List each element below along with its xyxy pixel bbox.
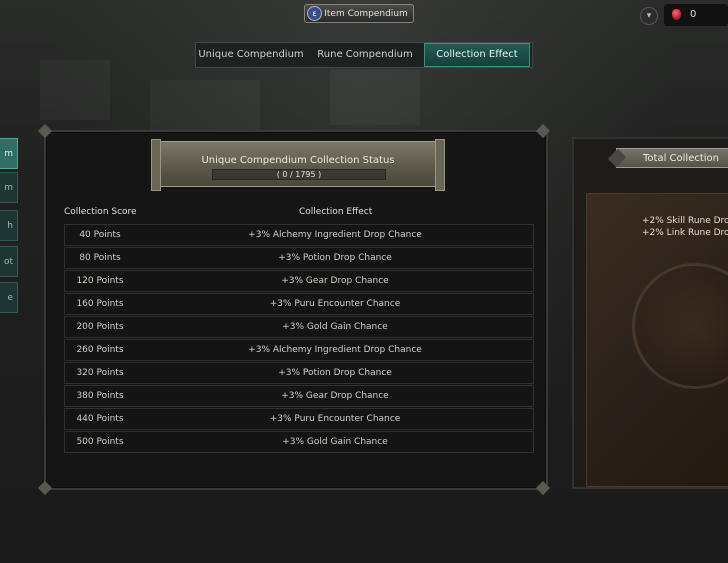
row-points: 320 Points	[76, 368, 124, 378]
row-effect: +3% Potion Drop Chance	[278, 368, 392, 378]
column-header-score: Collection Score	[64, 207, 137, 217]
total-collection-title-text: Total Collection	[643, 152, 719, 164]
table-row: 440 Points +3% Puru Encounter Chance	[64, 408, 534, 430]
table-row: 40 Points +3% Alchemy Ingredient Drop Cha…	[64, 224, 534, 246]
row-points: 380 Points	[76, 391, 124, 401]
row-effect: +3% Alchemy Ingredient Drop Chance	[248, 345, 422, 355]
row-points: 80 Points	[79, 253, 121, 263]
collection-status-title: Unique Compendium Collection Status	[201, 155, 395, 166]
row-effect: +3% Puru Encounter Chance	[269, 414, 401, 424]
side-tab-1[interactable]: m	[0, 138, 18, 169]
side-tab-4[interactable]: ot	[0, 246, 18, 277]
row-effect: +3% Gold Gain Chance	[282, 322, 388, 332]
row-points: 160 Points	[76, 299, 124, 309]
collection-progress-count: ( 0 / 1795 )	[276, 170, 322, 179]
table-row: 260 Points +3% Alchemy Ingredient Drop Ch…	[64, 339, 534, 361]
row-points: 440 Points	[76, 414, 124, 424]
column-header-effect: Collection Effect	[299, 207, 373, 217]
collection-progress-bar: ( 0 / 1795 )	[212, 169, 386, 180]
row-effect: +3% Gear Drop Chance	[281, 391, 389, 401]
side-tab-5[interactable]: e	[0, 282, 18, 313]
currency-display: 0	[664, 4, 728, 26]
background-shelf	[150, 80, 260, 130]
compendium-badge-icon: ε	[307, 6, 322, 21]
table-row: 500 Points +3% Gold Gain Chance	[64, 431, 534, 453]
currency-count: 0	[690, 9, 697, 20]
table-row: 120 Points +3% Gear Drop Chance	[64, 270, 534, 292]
side-tab-3[interactable]: h	[0, 210, 18, 241]
row-effect: +3% Gold Gain Chance	[282, 437, 388, 447]
background-shelf	[330, 70, 420, 125]
row-effect: +3% Gear Drop Chance	[281, 276, 389, 286]
side-tab-2[interactable]: m	[0, 172, 18, 203]
row-points: 260 Points	[76, 345, 124, 355]
red-gem-icon	[672, 9, 681, 20]
chevron-down-icon[interactable]: ▾	[640, 7, 658, 25]
table-row: 160 Points +3% Puru Encounter Chance	[64, 293, 534, 315]
row-effect: +3% Potion Drop Chance	[278, 253, 392, 263]
table-row: 200 Points +3% Gold Gain Chance	[64, 316, 534, 338]
table-row: 380 Points +3% Gear Drop Chance	[64, 385, 534, 407]
tab-rune-compendium[interactable]: Rune Compendium	[306, 43, 424, 67]
row-effect: +3% Puru Encounter Chance	[269, 299, 401, 309]
background-shelf	[40, 60, 110, 120]
row-points: 500 Points	[76, 437, 124, 447]
collection-status-plate: Unique Compendium Collection Status ( 0 …	[151, 139, 445, 191]
tab-unique-compendium[interactable]: Unique Compendium	[196, 43, 306, 67]
table-row: 80 Points +3% Potion Drop Chance	[64, 247, 534, 269]
window-title: ε Item Compendium	[304, 4, 414, 23]
total-effect-item: +2% Skill Rune Drop	[642, 216, 728, 226]
tab-bar: Unique Compendium Rune Compendium Collec…	[195, 42, 533, 68]
row-effect: +3% Alchemy Ingredient Drop Chance	[248, 230, 422, 240]
row-points: 120 Points	[76, 276, 124, 286]
collection-effect-list[interactable]: 40 Points +3% Alchemy Ingredient Drop Cha…	[64, 224, 534, 462]
table-row: 320 Points +3% Potion Drop Chance	[64, 362, 534, 384]
window-title-text: Item Compendium	[324, 8, 408, 19]
row-points: 200 Points	[76, 322, 124, 332]
total-collection-title: Total Collection	[607, 148, 728, 168]
total-effect-item: +2% Link Rune Drop	[642, 228, 728, 238]
row-points: 40 Points	[79, 230, 121, 240]
tab-collection-effect[interactable]: Collection Effect	[424, 43, 530, 67]
